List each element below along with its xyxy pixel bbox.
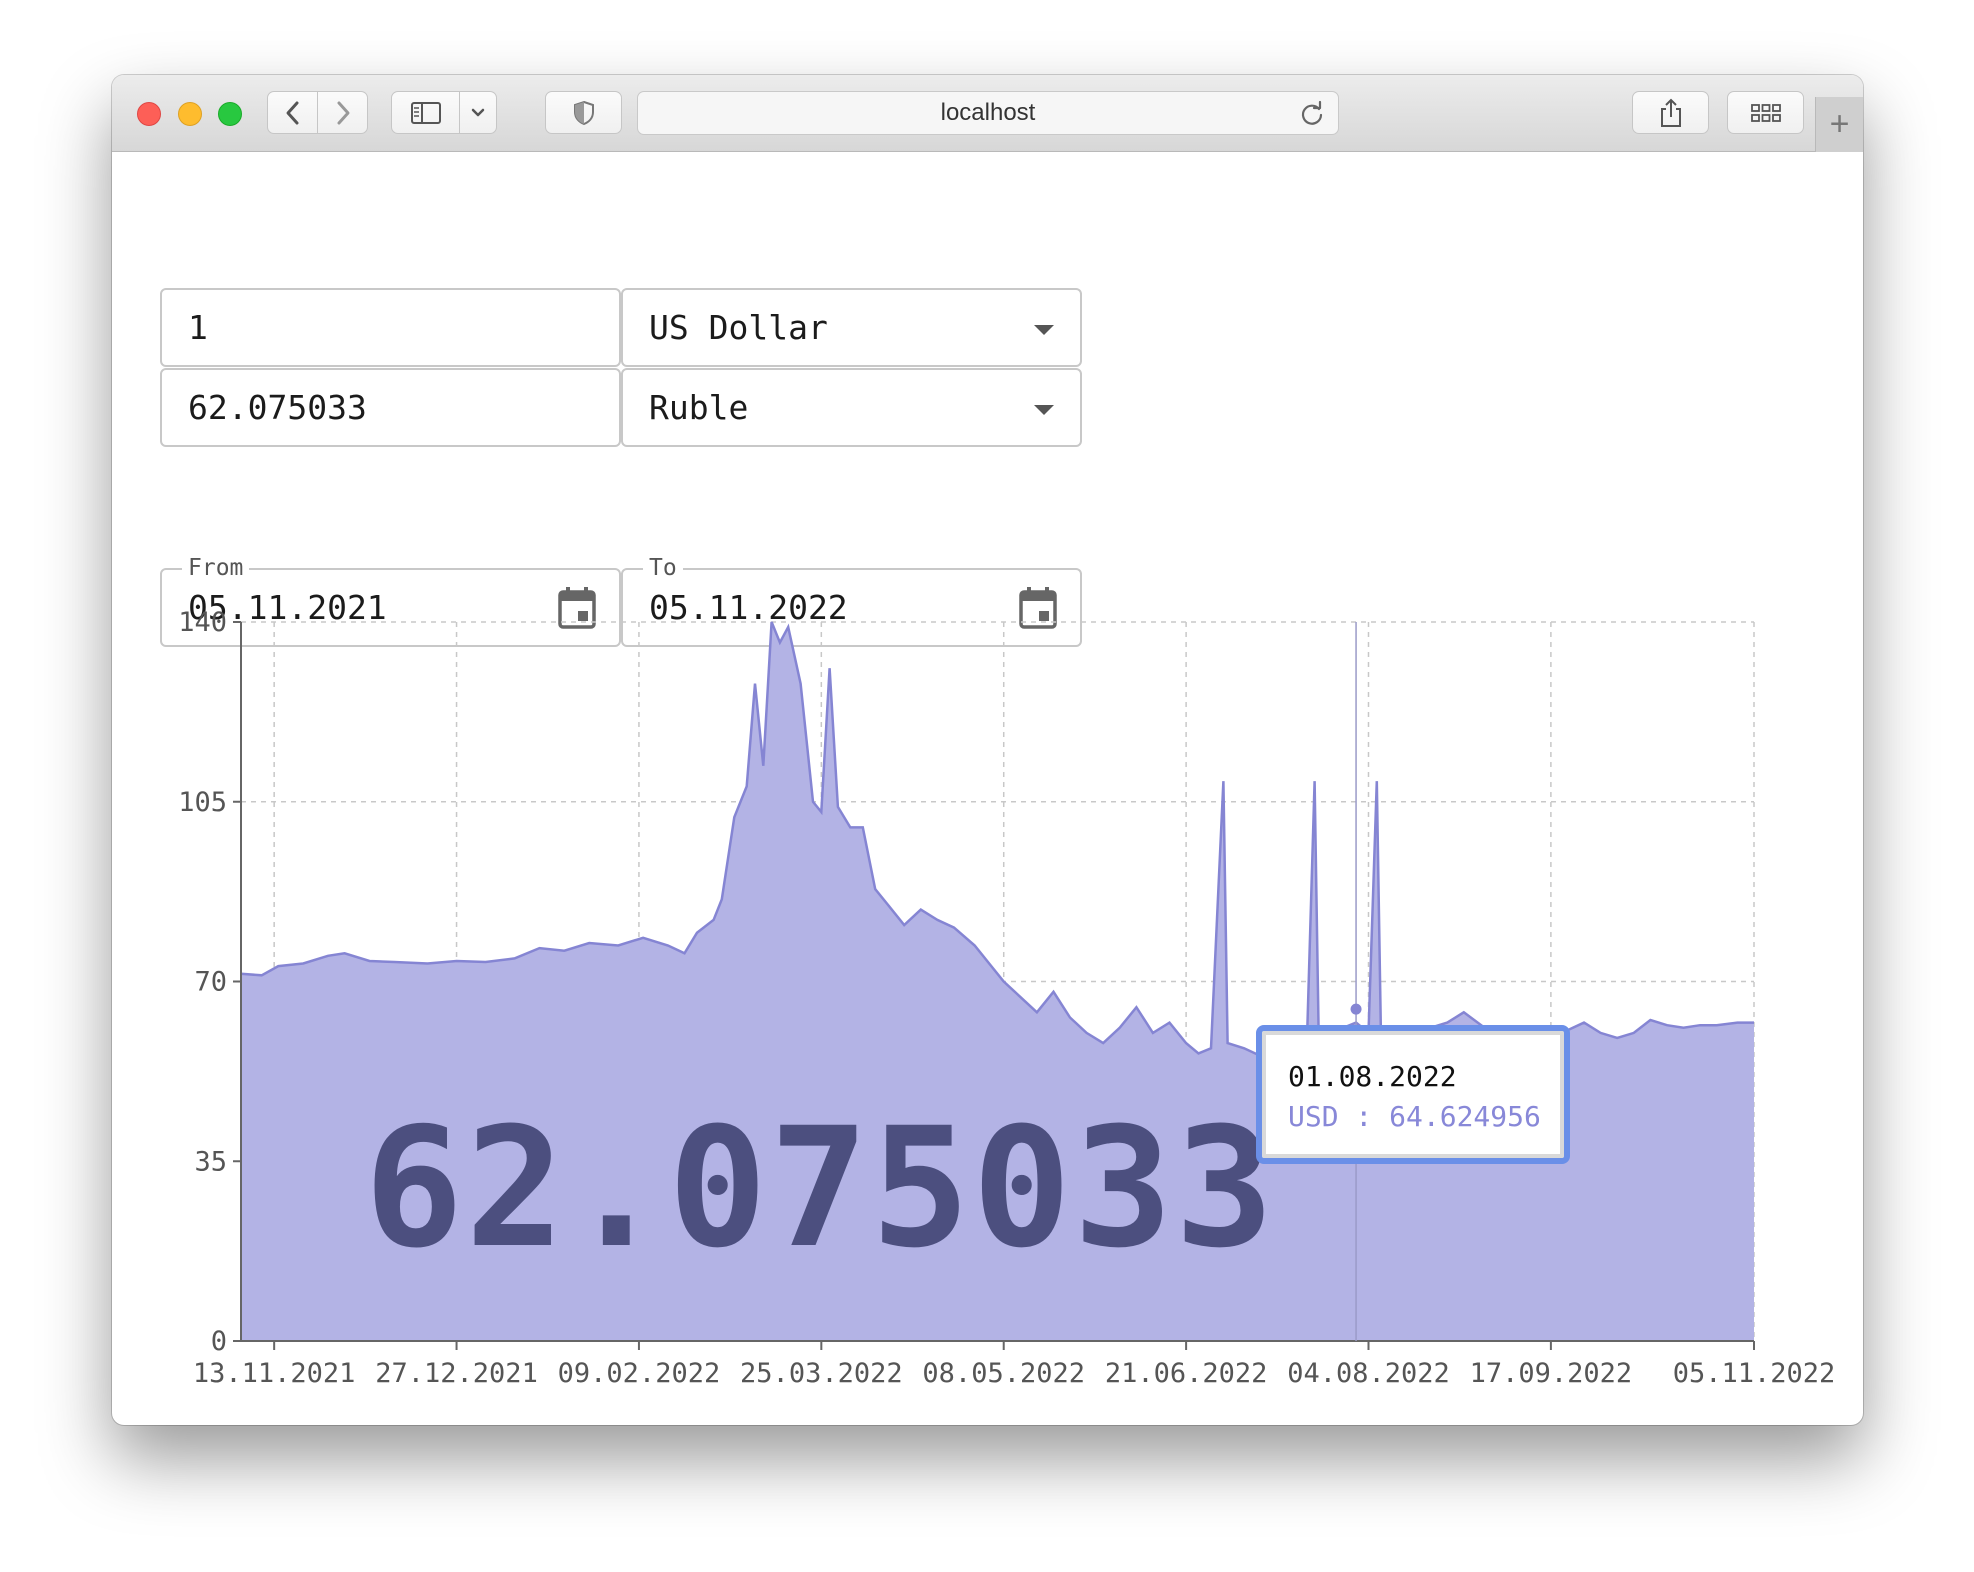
chart-tooltip: 01.08.2022 USD : 64.624956: [1256, 1025, 1570, 1164]
x-tick-label: 25.03.2022: [740, 1358, 903, 1389]
y-tick-label: 105: [178, 787, 227, 818]
x-tick-label: 04.08.2022: [1287, 1358, 1450, 1389]
x-tick-label: 13.11.2021: [193, 1358, 356, 1389]
conversion-result-overlay: 62.075033: [364, 1092, 1277, 1284]
x-tick-label: 05.11.2022: [1673, 1358, 1836, 1389]
x-tick-label: 21.06.2022: [1105, 1358, 1268, 1389]
y-tick-label: 70: [194, 967, 227, 998]
x-tick-label: 09.02.2022: [558, 1358, 721, 1389]
highlight-point: [1350, 1003, 1362, 1015]
exchange-rate-chart: 0 35 70 105 140 13.11.2021 27.12.2021 09.02.202…: [178, 607, 1836, 1389]
x-tick-label: 08.05.2022: [922, 1358, 1085, 1389]
tooltip-date: 01.08.2022: [1288, 1060, 1457, 1093]
x-tick-label: 27.12.2021: [375, 1358, 538, 1389]
x-tick-label: 17.09.2022: [1470, 1358, 1633, 1389]
y-tick-label: 0: [211, 1326, 227, 1357]
tooltip-value: USD : 64.624956: [1288, 1100, 1541, 1133]
y-tick-label: 35: [194, 1146, 227, 1177]
y-tick-label: 140: [178, 607, 227, 638]
